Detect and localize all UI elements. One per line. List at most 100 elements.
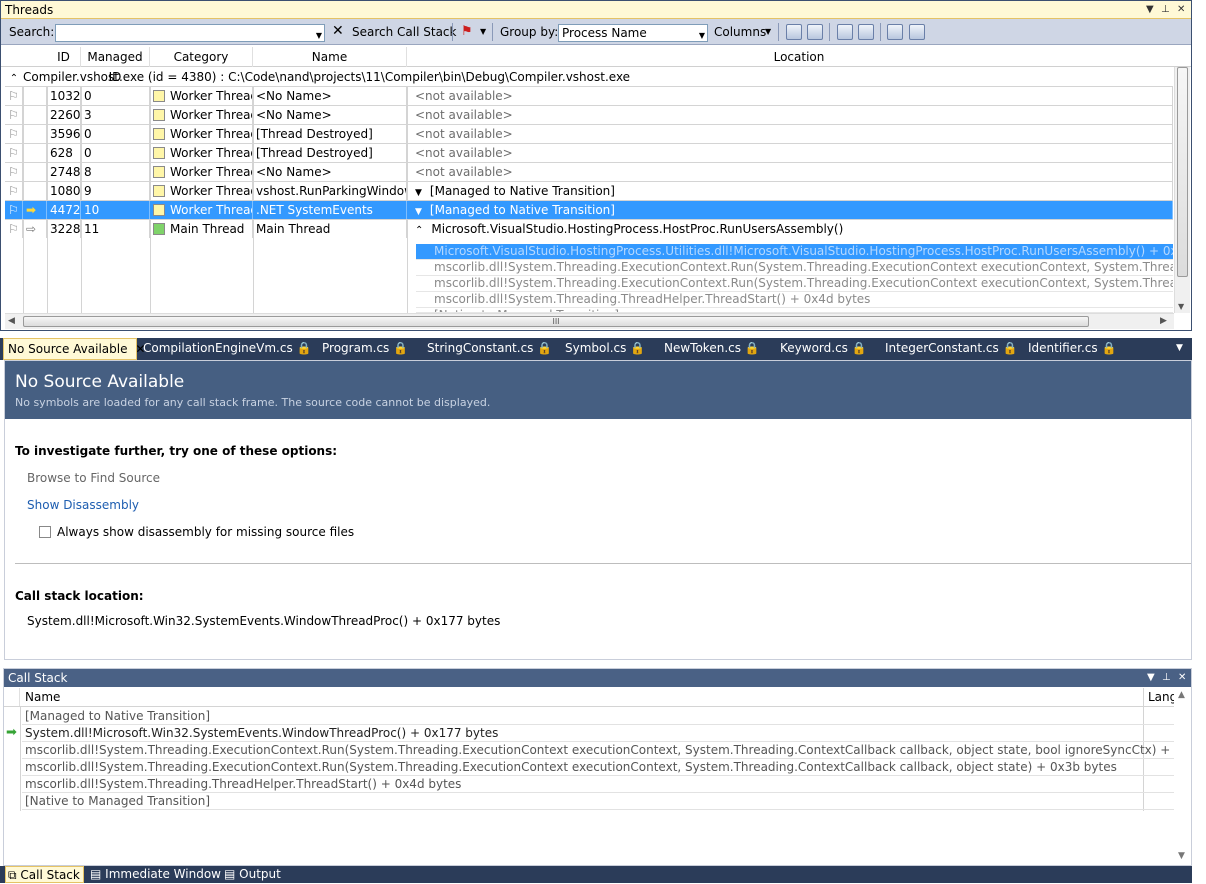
column-header-category[interactable]: Category (150, 47, 253, 67)
column-header-id[interactable]: ID (47, 47, 81, 67)
show-disassembly-link[interactable]: Show Disassembly (27, 498, 139, 512)
browse-to-find-source-link[interactable]: Browse to Find Source (27, 471, 160, 485)
scrollbar-thumb[interactable] (1177, 67, 1188, 277)
tab-symbol[interactable]: Symbol.cs 🔒 (565, 338, 645, 360)
column-header-lang[interactable]: Lang (1143, 688, 1177, 706)
tab-newtoken[interactable]: NewToken.cs 🔒 (664, 338, 760, 360)
worker-thread-swatch (153, 90, 165, 102)
freeze-threads-icon[interactable] (887, 24, 903, 40)
tab-integerconstant[interactable]: IntegerConstant.cs 🔒 (885, 338, 1018, 360)
search-input[interactable]: ▼ (55, 24, 325, 42)
tab-stringconstant[interactable]: StringConstant.cs 🔒 (427, 338, 552, 360)
thread-row[interactable]: ⚐ 2260 3 Worker Thread <No Name> <not av… (5, 106, 1173, 125)
scrollbar-thumb[interactable]: III (23, 316, 1089, 327)
expand-stack-icon[interactable]: ▼ (415, 207, 422, 217)
call-stack-row-current[interactable]: System.dll!Microsoft.Win32.SystemEvents.… (22, 725, 1176, 742)
call-stack-row[interactable]: mscorlib.dll!System.Threading.ThreadHelp… (22, 776, 1176, 793)
columns-dropdown-icon[interactable]: ▼ (765, 24, 771, 40)
worker-thread-swatch (153, 128, 165, 140)
thread-row[interactable]: ⚐ 1032 0 Worker Thread <No Name> <not av… (5, 87, 1173, 106)
main-thread-swatch (153, 223, 165, 235)
flag-icon[interactable]: ⚑ (461, 24, 473, 39)
thread-row[interactable]: ⚐ ⇨ 3228 11 Main Thread Main Thread ⌃ Mic… (5, 220, 1173, 241)
scroll-down-icon[interactable]: ▼ (1178, 851, 1185, 861)
call-stack-row[interactable]: mscorlib.dll!System.Threading.ExecutionC… (22, 759, 1176, 776)
threads-vertical-scrollbar[interactable]: ▼ (1174, 67, 1190, 313)
lock-icon: 🔒 (851, 341, 867, 355)
column-header-name[interactable]: Name (25, 690, 60, 704)
tab-immediate-window[interactable]: ▤ Immediate Window (90, 866, 221, 883)
close-icon[interactable]: ✕ (1178, 669, 1186, 687)
chevron-down-icon[interactable]: ▼ (316, 28, 322, 44)
column-header-managed-id[interactable]: Managed ID (81, 47, 150, 84)
thread-row[interactable]: ⚐ 1080 9 Worker Thread vshost.RunParking… (5, 182, 1173, 201)
stack-frame[interactable]: mscorlib.dll!System.Threading.ThreadHelp… (416, 292, 1173, 308)
stack-frame[interactable]: mscorlib.dll!System.Threading.ExecutionC… (416, 260, 1173, 276)
group-by-select[interactable]: Process Name ▼ (558, 24, 708, 42)
thread-row[interactable]: ⚐ 628 0 Worker Thread [Thread Destroyed]… (5, 144, 1173, 163)
column-header-name[interactable]: Name (253, 47, 407, 67)
expand-stack-icon[interactable]: ▼ (415, 188, 422, 198)
always-show-disassembly-checkbox[interactable] (39, 526, 51, 538)
tab-call-stack[interactable]: ⧉ Call Stack (5, 866, 84, 883)
pin-icon[interactable]: ⊥ (1162, 669, 1171, 687)
call-stack-row[interactable]: [Native to Managed Transition] (22, 793, 1176, 810)
divider (15, 563, 1191, 564)
dropdown-icon[interactable]: ▼ (1146, 1, 1154, 19)
no-source-header: No Source Available No symbols are loade… (5, 361, 1191, 419)
always-show-disassembly-option[interactable]: Always show disassembly for missing sour… (39, 525, 354, 539)
thread-row-selected[interactable]: ⚐ ➡ 4472 10 Worker Thread .NET SystemEve… (5, 201, 1173, 220)
stack-frame[interactable]: mscorlib.dll!System.Threading.ExecutionC… (416, 276, 1173, 292)
flag-outline-icon[interactable]: ⚐ (5, 201, 23, 219)
close-icon[interactable]: ✕ (1177, 1, 1185, 19)
expand-callstacks-icon[interactable] (786, 24, 802, 40)
columns-button[interactable]: Columns (714, 24, 766, 40)
flag-outline-icon[interactable]: ⚐ (5, 144, 23, 162)
column-header-location[interactable]: Location (407, 47, 1191, 67)
tab-identifier[interactable]: Identifier.cs 🔒 (1028, 338, 1116, 360)
scroll-left-icon[interactable]: ◀ (8, 316, 15, 326)
collapse-group-icon[interactable]: ⌃ (5, 70, 23, 88)
flag-outline-icon[interactable]: ⚐ (5, 125, 23, 143)
expand-groups-icon[interactable] (837, 24, 853, 40)
threads-panel: Threads ▼ ⊥ ✕ Search: ▼ ✕ Search Call St… (0, 0, 1192, 331)
threads-horizontal-scrollbar[interactable]: ◀ III ▶ (5, 313, 1174, 329)
flag-outline-icon[interactable]: ⚐ (5, 163, 23, 181)
scroll-up-icon[interactable]: ▲ (1178, 690, 1185, 700)
dropdown-icon[interactable]: ▼ (1147, 669, 1155, 687)
call-stack-row[interactable]: [Managed to Native Transition] (22, 708, 1176, 725)
flag-outline-icon[interactable]: ⚐ (5, 87, 23, 105)
thaw-threads-icon[interactable] (909, 24, 925, 40)
call-stack-icon: ⧉ (8, 868, 17, 882)
tab-keyword[interactable]: Keyword.cs 🔒 (780, 338, 867, 360)
stack-frame[interactable]: Microsoft.VisualStudio.HostingProcess.Ut… (416, 244, 1173, 260)
scroll-down-icon[interactable]: ▼ (1178, 302, 1184, 311)
flag-outline-icon[interactable]: ⚐ (5, 220, 23, 238)
process-group-row[interactable]: ⌃ Compiler.vshost.exe (id = 4380) : C:\Co… (5, 68, 1173, 87)
clear-search-icon[interactable]: ✕ (332, 24, 344, 39)
lock-icon: 🔒 (744, 341, 760, 355)
flag-dropdown-icon[interactable]: ▼ (480, 24, 486, 40)
tab-overflow-icon[interactable]: ▼ (1176, 338, 1183, 360)
chevron-down-icon[interactable]: ▼ (699, 28, 705, 44)
thread-row[interactable]: ⚐ 3596 0 Worker Thread [Thread Destroyed… (5, 125, 1173, 144)
search-call-stack-button[interactable]: Search Call Stack (352, 24, 456, 40)
thread-row[interactable]: ⚐ 2748 8 Worker Thread <No Name> <not av… (5, 163, 1173, 182)
collapse-callstacks-icon[interactable] (807, 24, 823, 40)
call-stack-row[interactable]: mscorlib.dll!System.Threading.ExecutionC… (22, 742, 1176, 759)
flag-outline-icon[interactable]: ⚐ (5, 182, 23, 200)
lock-icon: 🔒 (393, 341, 409, 355)
tab-program[interactable]: Program.cs 🔒 (322, 338, 408, 360)
tab-no-source-available[interactable]: No Source Available ✕ (3, 338, 145, 360)
page-subtitle: No symbols are loaded for any call stack… (15, 396, 491, 409)
call-stack-vertical-scrollbar[interactable]: ▲ ▼ (1174, 688, 1191, 865)
collapse-groups-icon[interactable] (858, 24, 874, 40)
flag-outline-icon[interactable]: ⚐ (5, 106, 23, 124)
pin-icon[interactable]: ⊥ (1161, 1, 1170, 19)
tab-output[interactable]: ▤ Output (224, 866, 281, 883)
scroll-right-icon[interactable]: ▶ (1160, 316, 1167, 326)
threads-toolbar: Search: ▼ ✕ Search Call Stack ⚑ ▼ Group … (1, 19, 1191, 45)
collapse-stack-icon[interactable]: ⌃ (415, 225, 423, 236)
tab-compilationenginevm[interactable]: CompilationEngineVm.cs 🔒 (143, 338, 312, 360)
toolbar-separator (778, 23, 779, 41)
